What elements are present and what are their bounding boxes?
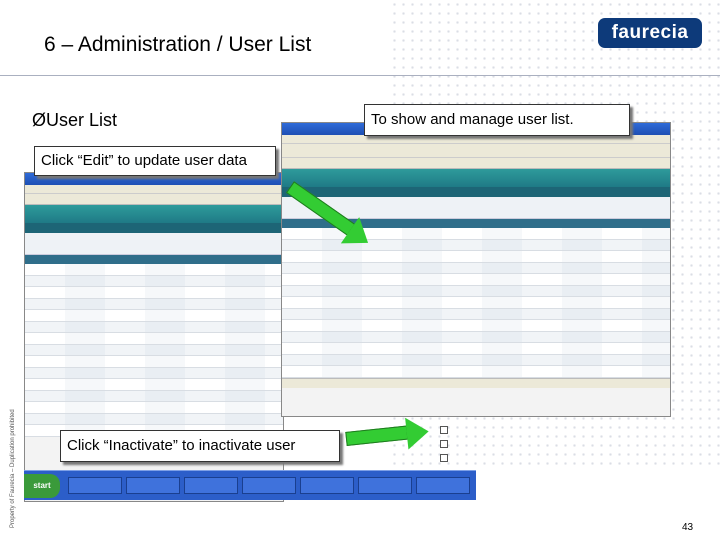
table-row[interactable] [25,287,283,299]
table-row[interactable] [25,310,283,322]
window-statusbar [282,377,670,388]
table-row[interactable] [282,297,670,309]
page-number: 43 [682,522,694,533]
table-row[interactable] [25,379,283,391]
inactivate-checkbox[interactable] [440,454,448,462]
taskbar-button[interactable] [300,477,354,494]
table-row[interactable] [25,367,283,379]
window-menubar [25,185,283,194]
table-row[interactable] [25,264,283,276]
table-row[interactable] [25,321,283,333]
table-row[interactable] [282,262,670,274]
table-row[interactable] [282,320,670,332]
table-row[interactable] [282,274,670,286]
faurecia-logo: faurecia [598,18,702,48]
table-row[interactable] [282,251,670,263]
side-copyright-text: Property of Faurecia – Duplication prohi… [10,409,16,528]
taskbar-button[interactable] [184,477,238,494]
inactivate-checkbox[interactable] [440,426,448,434]
callout-show-manage: To show and manage user list. [364,104,630,136]
screenshot-edit-user-window [281,122,671,417]
table-row[interactable] [282,343,670,355]
inactivate-checkboxes [440,426,450,466]
portal-tabs [25,223,283,233]
taskbar-button[interactable] [416,477,470,494]
table-row[interactable] [25,356,283,368]
portal-banner [282,169,670,187]
table-row[interactable] [25,275,283,287]
portal-tabs [282,187,670,197]
address-bar [25,194,283,205]
table-row[interactable] [25,344,283,356]
table-row[interactable] [25,333,283,345]
taskbar-button[interactable] [358,477,412,494]
table-row[interactable] [282,331,670,343]
header-divider [0,75,720,76]
callout-inactivate: Click “Inactivate” to inactivate user [60,430,340,462]
start-button[interactable]: start [24,474,60,498]
taskbar-button[interactable] [68,477,122,494]
taskbar-button[interactable] [242,477,296,494]
table-row[interactable] [282,366,670,378]
address-bar [282,158,670,169]
bullet-user-list: ØUser List [32,110,118,130]
taskbar-button[interactable] [126,477,180,494]
table-row[interactable] [25,413,283,425]
table-row[interactable] [25,298,283,310]
inactivate-checkbox[interactable] [440,440,448,448]
table-row[interactable] [25,390,283,402]
slide-title: 6 – Administration / User List [44,33,312,56]
table-row[interactable] [282,239,670,251]
windows-taskbar: start [24,470,476,500]
table-row[interactable] [282,285,670,297]
table-row[interactable] [25,402,283,414]
callout-edit: Click “Edit” to update user data [34,146,276,176]
filter-panel [25,233,283,255]
portal-banner [25,205,283,223]
table-row[interactable] [282,354,670,366]
window-toolbar [282,144,670,158]
table-row[interactable] [282,308,670,320]
window-menubar [282,135,670,144]
table-header [25,255,283,264]
